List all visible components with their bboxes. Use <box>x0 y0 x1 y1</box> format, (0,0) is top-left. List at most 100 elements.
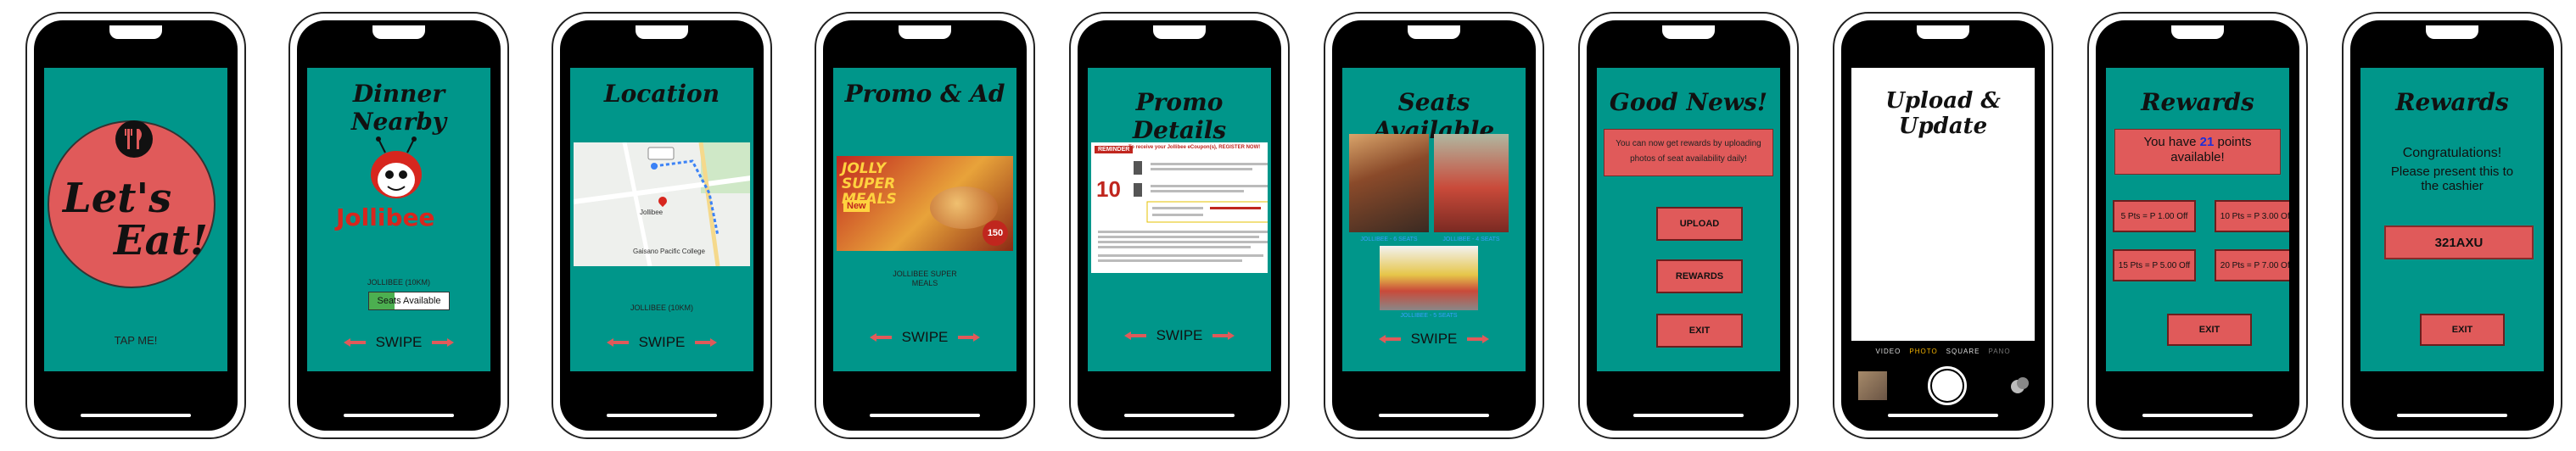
promo-details-document[interactable]: REMINDER To receive your Jollibee eCoupo… <box>1091 142 1268 273</box>
phone-bezel: Location Jollibee Gaisano Pacific Colleg… <box>560 20 764 431</box>
home-indicator <box>1379 414 1489 417</box>
home-indicator <box>344 414 454 417</box>
phone-2-dinner-nearby: Dinner Nearby Jollibee JOLLIBEE (10KM) S <box>288 12 509 439</box>
points-summary: You have 21 points available! <box>2114 129 2281 175</box>
upload-button[interactable]: UPLOAD <box>1656 207 1743 241</box>
lets-eat-logo[interactable]: Let's Eat! <box>48 120 216 288</box>
exit-button[interactable]: EXIT <box>2167 314 2252 346</box>
points-prefix: You have <box>2143 135 2197 149</box>
phone-notch <box>1662 25 1715 39</box>
exit-label: EXIT <box>1688 326 1711 336</box>
screen-rewards: Rewards You have 21 points available! 5 … <box>2106 68 2289 371</box>
upload-label: UPLOAD <box>1679 219 1720 229</box>
phone-bezel: Rewards You have 21 points available! 5 … <box>2096 20 2299 431</box>
home-indicator <box>2142 414 2253 417</box>
map-pin-label: Jollibee <box>640 209 664 216</box>
mode-square[interactable]: SQUARE <box>1946 348 1980 355</box>
reward-option-15pts[interactable]: 15 Pts = P 5.00 Off <box>2113 249 2196 281</box>
seat-photo-3-caption: JOLLIBEE - 5 SEATS <box>1400 313 1458 319</box>
phone-4-promo-ad: Promo & Ad JOLLY SUPER MEALS New 150 JOL… <box>815 12 1035 439</box>
arrow-right-icon <box>958 333 981 342</box>
shutter-inner <box>1932 370 1963 401</box>
screen-welcome: Let's Eat! TAP ME! <box>44 68 227 371</box>
arrow-left-icon <box>606 338 629 347</box>
tap-me-label[interactable]: TAP ME! <box>44 334 227 347</box>
arrow-right-icon <box>695 338 718 347</box>
phone-notch <box>109 25 162 39</box>
logo-text-lets: Let's <box>63 175 172 222</box>
congrats-text: Congratulations! <box>2402 146 2502 160</box>
reward-option-5pts[interactable]: 5 Pts = P 1.00 Off <box>2113 200 2196 232</box>
page-title: Rewards <box>2141 88 2254 116</box>
phone-5-promo-details: Promo Details REMINDER To receive your J… <box>1069 12 1290 439</box>
seat-photo-1-caption: JOLLIBEE - 6 SEATS <box>1360 237 1418 242</box>
seats-available-button[interactable]: Seats Available <box>368 292 450 310</box>
phone-notch <box>2171 25 2224 39</box>
flip-camera-icon[interactable] <box>2009 375 2031 397</box>
reward-option-label: 15 Pts = P 5.00 Off <box>2118 260 2191 270</box>
exit-button[interactable]: EXIT <box>1656 314 1743 348</box>
page-title: Promo & Ad <box>844 80 1005 108</box>
swipe-control[interactable]: SWIPE <box>833 327 1016 348</box>
store-distance: JOLLIBEE (10KM) <box>630 303 694 312</box>
reward-option-10pts[interactable]: 10 Pts = P 3.00 Off <box>2215 200 2289 232</box>
jollibee-logo[interactable]: Jollibee <box>336 136 451 237</box>
swipe-label: SWIPE <box>1156 327 1203 343</box>
jollibee-mascot-icon <box>371 136 422 198</box>
phone-bezel: Upload & Update VIDEO PHOTO SQUARE PANO <box>1841 20 2045 431</box>
page-title: Good News! <box>1609 88 1768 116</box>
home-indicator <box>607 414 717 417</box>
home-indicator <box>2397 414 2507 417</box>
screen-location: Location Jollibee Gaisano Pacific Colleg… <box>570 68 753 371</box>
gallery-thumbnail[interactable] <box>1858 371 1887 400</box>
promo-banner[interactable]: JOLLY SUPER MEALS New 150 <box>837 156 1013 251</box>
screen-dinner-nearby: Dinner Nearby Jollibee JOLLIBEE (10KM) S <box>307 68 490 371</box>
shutter-button[interactable] <box>1928 366 1967 405</box>
phone-6-seats-available: Seats Available JOLLIBEE - 6 SEATS JOLLI… <box>1324 12 1544 439</box>
page-title: Promo Details <box>1132 88 1227 144</box>
phone-notch <box>899 25 951 39</box>
present-text: Please present this to the cashier <box>2390 164 2514 193</box>
arrow-right-icon <box>1212 331 1235 340</box>
arrow-right-icon <box>432 338 455 347</box>
reward-option-label: 20 Pts = P 7.00 Off <box>2220 260 2289 270</box>
phone-bezel: Good News! You can now get rewards by up… <box>1587 20 1790 431</box>
exit-button[interactable]: EXIT <box>2420 314 2505 346</box>
page-title: Location <box>603 80 720 108</box>
swipe-control[interactable]: SWIPE <box>1342 329 1526 349</box>
phone-notch <box>1153 25 1206 39</box>
rewards-button[interactable]: REWARDS <box>1656 259 1743 293</box>
seat-photo-2[interactable]: JOLLIBEE - 4 SEATS <box>1434 134 1509 242</box>
phone-notch <box>1917 25 1969 39</box>
phone-notch <box>1408 25 1460 39</box>
mode-pano[interactable]: PANO <box>1988 348 2010 355</box>
points-value: 21 <box>2199 135 2215 149</box>
rewards-label: REWARDS <box>1675 271 1724 281</box>
exit-label: EXIT <box>2451 325 2473 335</box>
seat-photo-1[interactable]: JOLLIBEE - 6 SEATS <box>1349 134 1429 242</box>
phone-bezel: Promo Details REMINDER To receive your J… <box>1078 20 1281 431</box>
phone-bezel: Let's Eat! TAP ME! <box>34 20 238 431</box>
camera-viewfinder[interactable]: Upload & Update <box>1851 68 2035 341</box>
swipe-control[interactable]: SWIPE <box>307 332 490 353</box>
screen-promo-ad: Promo & Ad JOLLY SUPER MEALS New 150 JOL… <box>833 68 1016 371</box>
good-news-text: You can now get rewards by uploading pho… <box>1616 139 1761 164</box>
page-title: Rewards <box>2395 88 2509 116</box>
seat-photo-3[interactable]: JOLLIBEE - 5 SEATS <box>1380 246 1478 319</box>
phone-notch <box>2426 25 2478 39</box>
camera-mode-bar: VIDEO PHOTO SQUARE PANO <box>1841 348 2045 355</box>
swipe-control[interactable]: SWIPE <box>570 332 753 353</box>
phone-bezel: Rewards Congratulations! Please present … <box>2350 20 2554 431</box>
home-indicator <box>1888 414 1998 417</box>
map-view[interactable]: Jollibee Gaisano Pacific College <box>574 142 750 266</box>
reward-option-label: 5 Pts = P 1.00 Off <box>2120 211 2188 221</box>
seats-available-label: Seats Available <box>377 296 441 306</box>
arrow-left-icon <box>1123 331 1146 340</box>
swipe-label: SWIPE <box>1410 331 1458 347</box>
swipe-control[interactable]: SWIPE <box>1088 326 1271 346</box>
promo-new-badge: New <box>843 200 870 212</box>
mode-photo[interactable]: PHOTO <box>1909 348 1937 355</box>
reward-option-20pts[interactable]: 20 Pts = P 7.00 Off <box>2215 249 2289 281</box>
home-indicator <box>1124 414 1235 417</box>
mode-video[interactable]: VIDEO <box>1875 348 1901 355</box>
